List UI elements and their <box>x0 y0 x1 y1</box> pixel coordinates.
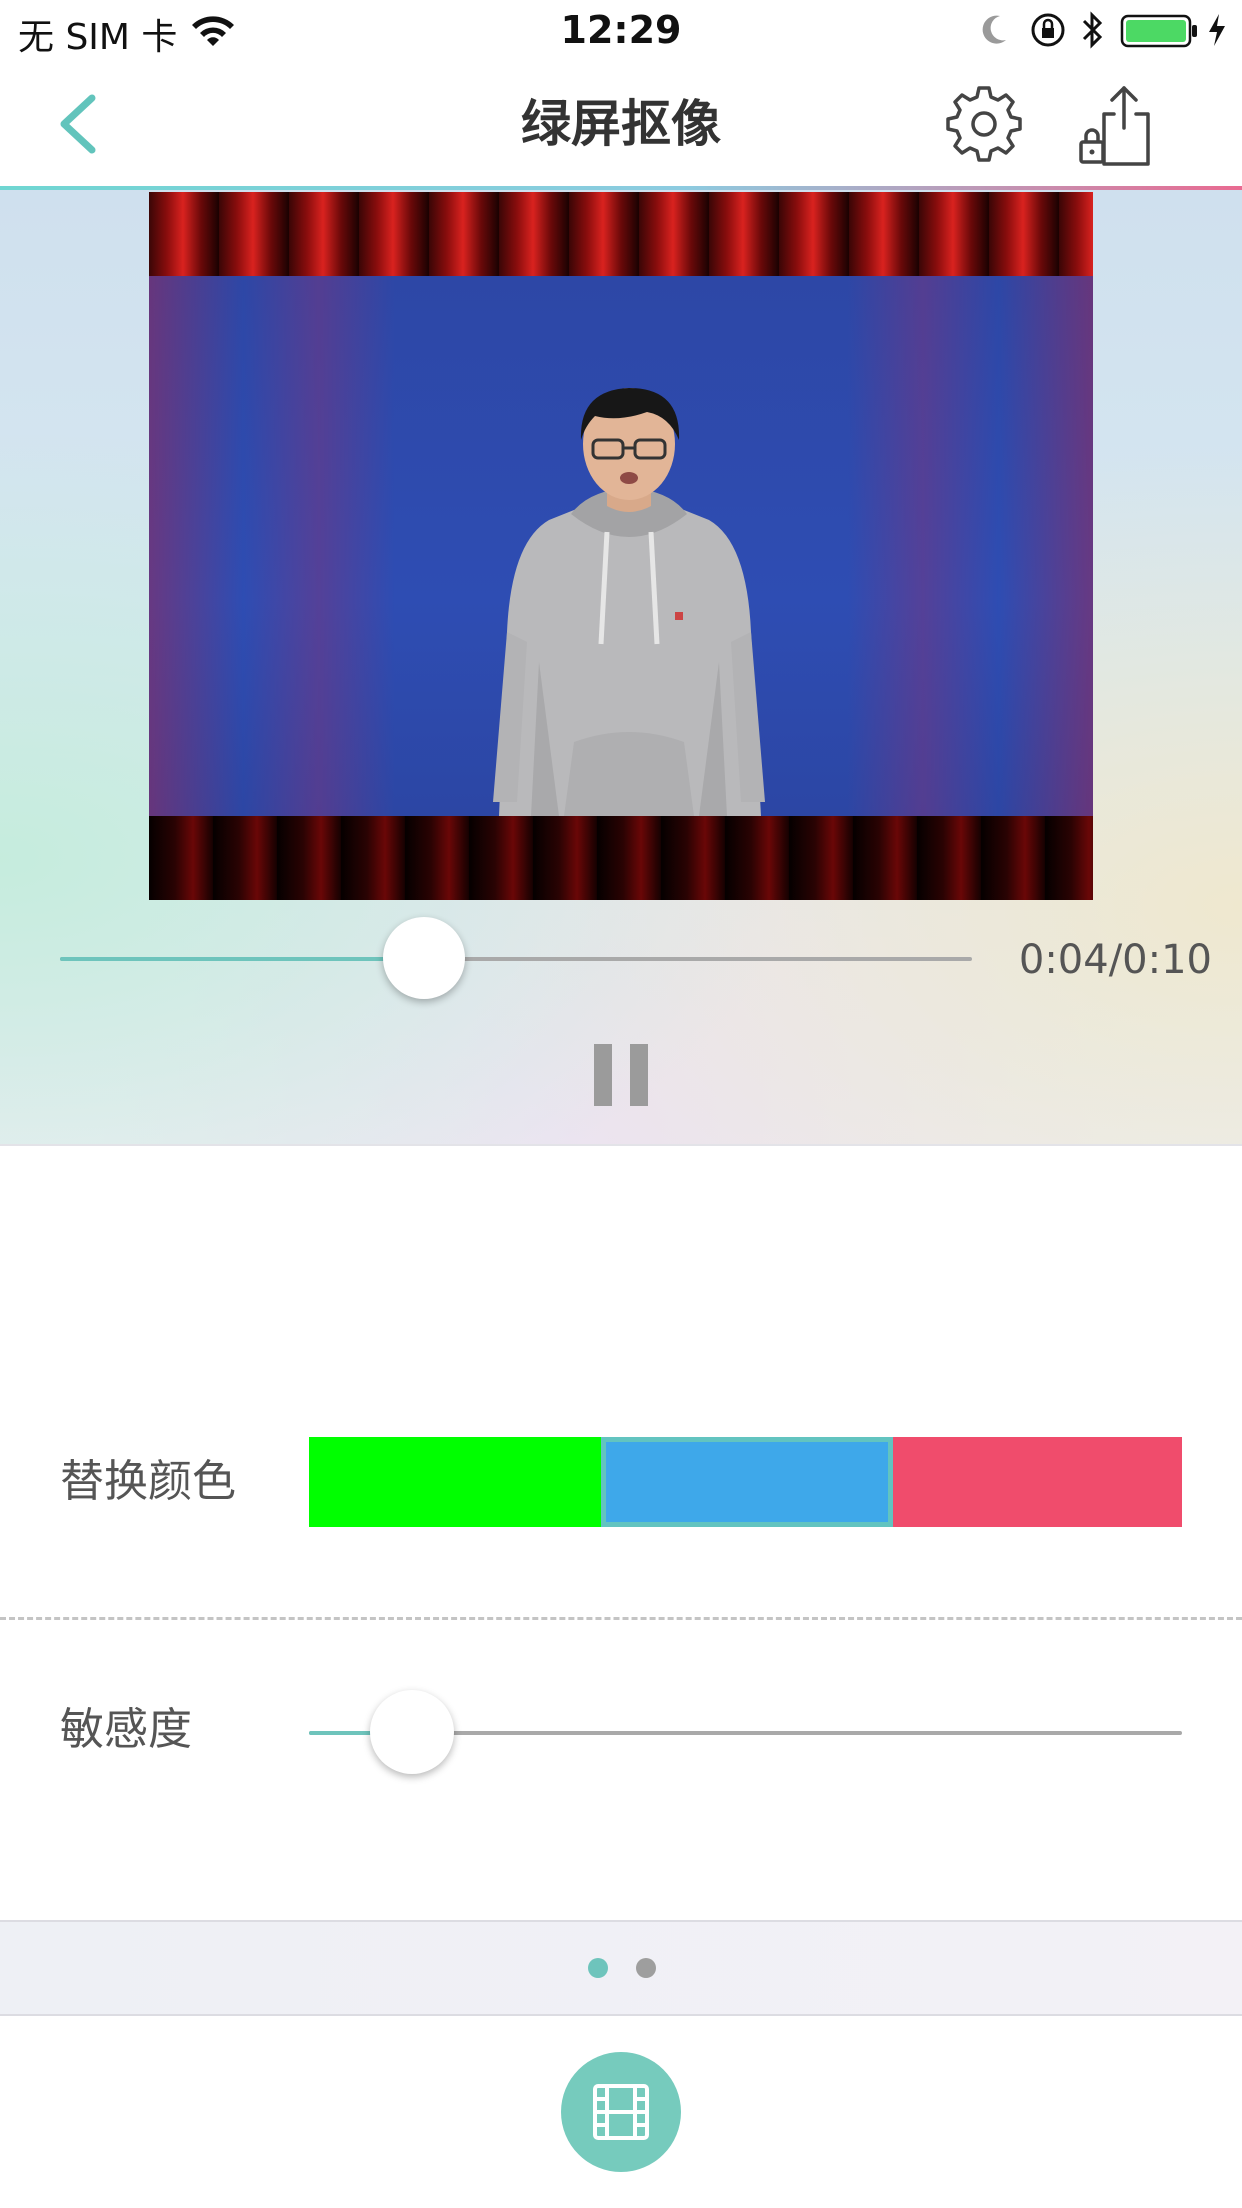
dashed-divider <box>0 1617 1242 1620</box>
video-preview[interactable] <box>149 192 1093 900</box>
person-figure <box>493 388 765 816</box>
page-title: 绿屏抠像 <box>521 95 721 153</box>
charging-icon <box>1209 14 1225 46</box>
battery-icon <box>1120 14 1197 48</box>
color-option-blue[interactable] <box>601 1437 893 1527</box>
page-dot-1[interactable] <box>588 1958 608 1978</box>
rotation-lock-icon <box>1031 13 1065 47</box>
progress-thumb[interactable] <box>383 917 465 999</box>
film-button[interactable] <box>561 2052 681 2172</box>
sensitivity-label: 敏感度 <box>60 1704 192 1755</box>
progress-fill <box>60 957 424 961</box>
curtain-top <box>149 192 1093 276</box>
moon-icon <box>982 15 1006 44</box>
preview-divider <box>0 1144 1242 1146</box>
pause-icon[interactable] <box>594 1044 648 1106</box>
curtain-bottom <box>149 816 1093 900</box>
bluetooth-icon <box>1082 11 1103 49</box>
page-indicator-bar <box>0 1920 1242 2016</box>
page-dot-2[interactable] <box>636 1958 656 1978</box>
replace-color-label: 替换颜色 <box>60 1456 236 1507</box>
film-icon <box>593 2084 649 2140</box>
status-bar: 无 SIM 卡 12:29 <box>0 0 1242 62</box>
time-readout: 0:04/0:10 <box>1018 937 1212 983</box>
gear-icon[interactable] <box>944 84 1024 164</box>
color-option-red[interactable] <box>893 1437 1182 1527</box>
color-option-green[interactable] <box>309 1437 601 1527</box>
share-locked-icon[interactable] <box>1078 84 1152 168</box>
sensitivity-thumb[interactable] <box>370 1690 454 1774</box>
